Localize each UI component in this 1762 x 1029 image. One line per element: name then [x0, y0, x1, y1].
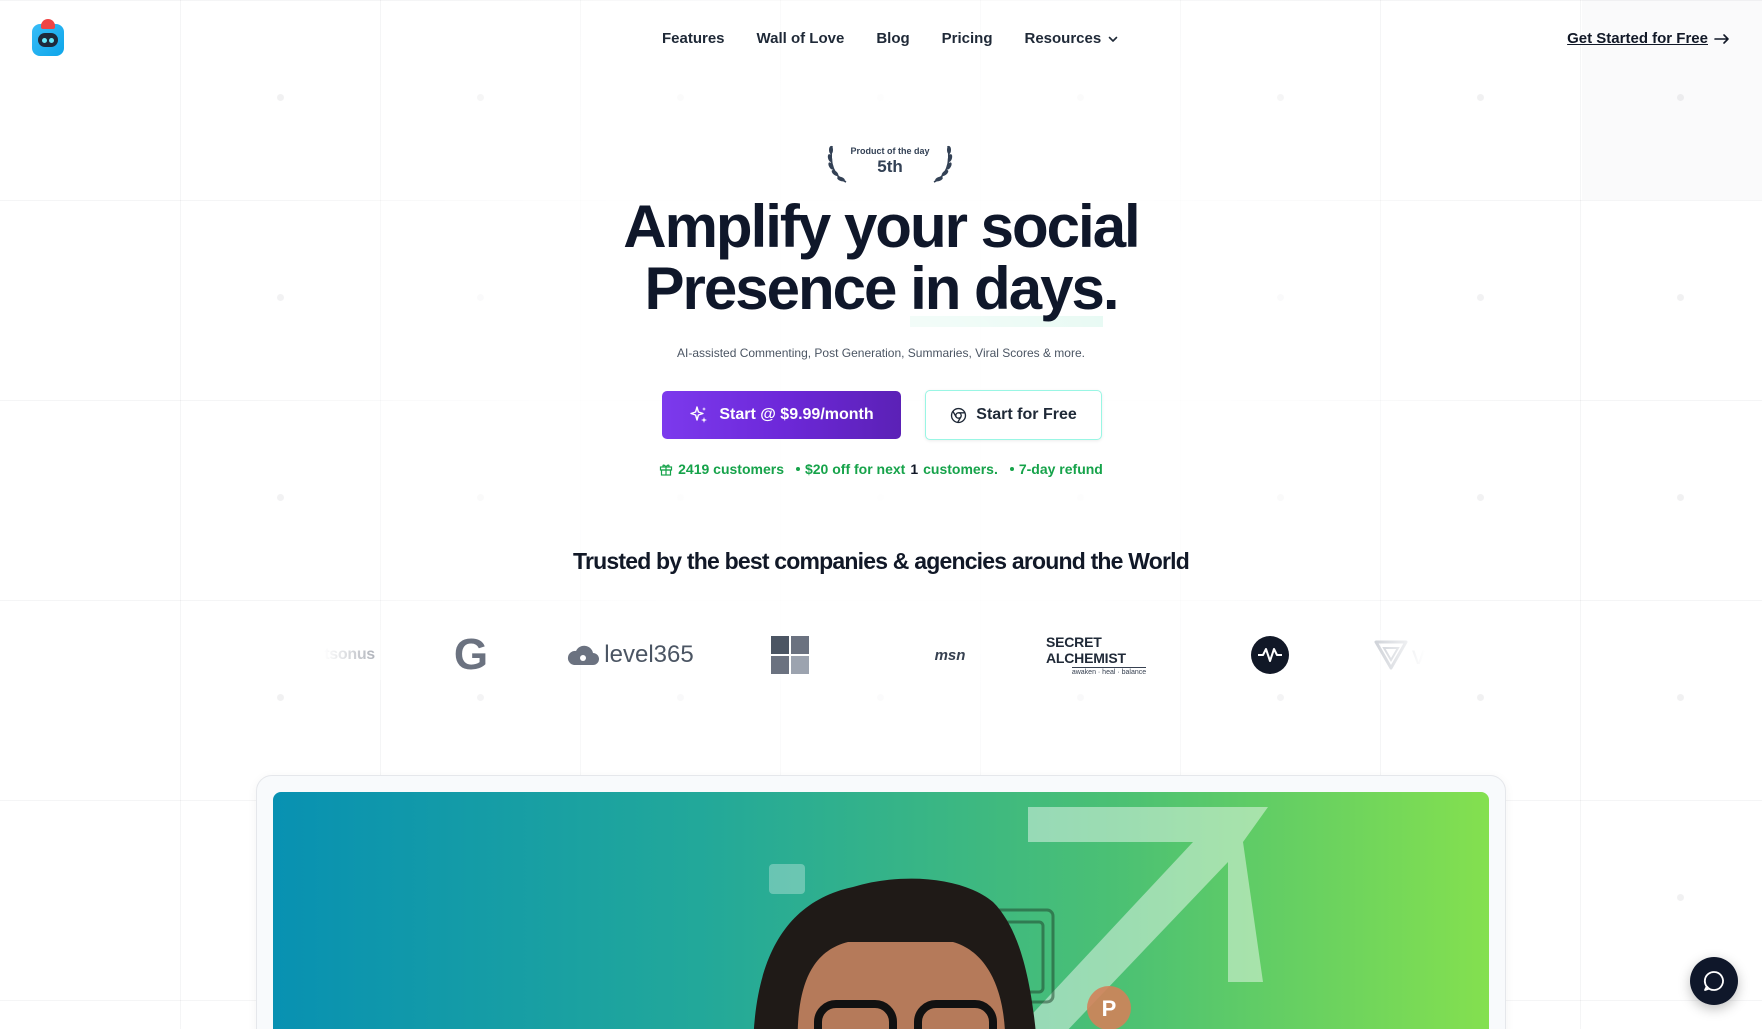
- offer-prefix: $20 off for next: [804, 461, 906, 477]
- hero-title-suffix: .: [1102, 255, 1120, 322]
- grid-dot: [277, 94, 284, 101]
- logo-google-text: G: [453, 630, 489, 679]
- hero-title-highlight: in days: [910, 255, 1105, 327]
- demo-video-card: P: [256, 775, 1506, 1029]
- logos-fade-right: [1320, 630, 1460, 680]
- grid-dot: [1677, 694, 1684, 701]
- start-free-button[interactable]: Start for Free: [925, 390, 1102, 440]
- chat-bubble-icon: [1703, 971, 1724, 991]
- waveform-icon: [1251, 636, 1289, 674]
- product-of-the-day-badge[interactable]: Product of the day 5th: [826, 138, 954, 184]
- nav-link-wall-of-love[interactable]: Wall of Love: [757, 30, 845, 47]
- grid-dot: [1277, 494, 1284, 501]
- logo-secret-alchemist-text: SECRET ALCHEMIST: [1046, 634, 1126, 666]
- chat-button[interactable]: [1690, 957, 1738, 1005]
- grid-dot: [277, 494, 284, 501]
- grid-dot: [277, 694, 284, 701]
- hero-subtitle: AI-assisted Commenting, Post Generation,…: [677, 346, 1085, 360]
- award-rank: 5th: [877, 156, 903, 176]
- grid-dot: [1477, 494, 1484, 501]
- award-text: Product of the day 5th: [850, 146, 929, 177]
- trusted-heading: Trusted by the best companies & agencies…: [573, 548, 1190, 574]
- grid-dot: [477, 694, 484, 701]
- grid-dot: [677, 694, 684, 701]
- chrome-icon: [951, 407, 967, 423]
- grid-dot: [1677, 894, 1684, 901]
- customers-stat: 2419 customers: [659, 461, 784, 477]
- arrow-right-icon: [1714, 33, 1729, 44]
- cloud-icon: [568, 645, 600, 665]
- offer-count: 1: [910, 461, 919, 477]
- start-free-label: Start for Free: [976, 406, 1077, 423]
- grid-dot: [1077, 694, 1084, 701]
- logo-msn-text: msn: [934, 646, 966, 664]
- award-label: Product of the day: [850, 145, 930, 156]
- windows-icon: [771, 636, 809, 674]
- hero-stats: 2419 customers $20 off for next 1 custom…: [0, 461, 1762, 477]
- app-logo[interactable]: [32, 19, 64, 56]
- chevron-down-icon: [1108, 36, 1118, 42]
- nav-link-pricing[interactable]: Pricing: [942, 30, 993, 47]
- svg-text:P: P: [1102, 996, 1117, 1021]
- grid-dot: [877, 94, 884, 101]
- grid-dot: [1477, 694, 1484, 701]
- logos-fade-left: [300, 630, 420, 680]
- grid-dot: [1077, 94, 1084, 101]
- grid-dot: [1277, 94, 1284, 101]
- start-paid-label: Start @ $9.99/month: [719, 406, 874, 423]
- offer-suffix: customers.: [923, 461, 998, 477]
- top-nav: Features Wall of Love Blog Pricing Resou…: [0, 0, 1762, 80]
- grid-dot: [877, 694, 884, 701]
- nav-link-blog[interactable]: Blog: [876, 30, 909, 47]
- demo-video[interactable]: P: [273, 792, 1489, 1029]
- nav-link-features[interactable]: Features: [662, 30, 725, 47]
- get-started-label: Get Started for Free: [1567, 30, 1708, 47]
- grid-dot: [1077, 494, 1084, 501]
- grid-dot: [477, 94, 484, 101]
- customers-count: 2419 customers: [678, 461, 784, 477]
- robot-face-icon: [38, 33, 58, 47]
- sparkles-icon: [690, 406, 708, 423]
- logo-msn: msn: [928, 630, 972, 680]
- customer-logos: fitsonus G level365 msn SECRET ALCHEMIST…: [300, 630, 1460, 680]
- hero-title-line1: Amplify your social: [623, 193, 1140, 260]
- logo-wave: [1250, 630, 1290, 680]
- grid-dot: [677, 94, 684, 101]
- logo-secret-alchemist-tagline: awaken · heal · balance: [1071, 667, 1147, 676]
- hero-title-line2-prefix: Presence: [644, 255, 911, 322]
- nav-links: Features Wall of Love Blog Pricing Resou…: [662, 30, 1119, 47]
- video-thumbnail-art: P: [753, 807, 1268, 1029]
- laurel-left-icon: [827, 145, 847, 183]
- logo-windows: [770, 630, 810, 680]
- refund-text: 7-day refund: [1018, 461, 1103, 477]
- hero-title: Amplify your social Presence in days.: [0, 193, 1762, 327]
- logo-secret-alchemist: SECRET ALCHEMIST awaken · heal · balance: [1046, 630, 1172, 680]
- bullet-dot: [795, 467, 800, 471]
- offer-stat: $20 off for next 1 customers.: [795, 461, 998, 477]
- grid-dot: [1277, 694, 1284, 701]
- bullet-dot: [1009, 467, 1014, 471]
- get-started-link[interactable]: Get Started for Free: [1567, 30, 1730, 47]
- nav-link-resources-label: Resources: [1024, 30, 1102, 47]
- grid-dot: [877, 494, 884, 501]
- logo-level365: level365: [564, 630, 696, 680]
- grid-dot: [1477, 94, 1484, 101]
- refund-stat: 7-day refund: [1009, 461, 1103, 477]
- nav-link-resources[interactable]: Resources: [1025, 30, 1120, 47]
- logo-google: G: [446, 630, 496, 680]
- laurel-right-icon: [933, 145, 953, 183]
- grid-dot: [677, 494, 684, 501]
- grid-dot: [1677, 494, 1684, 501]
- start-paid-button[interactable]: Start @ $9.99/month: [662, 391, 901, 439]
- santa-hat-icon: [41, 19, 55, 29]
- logo-level365-text: level365: [604, 641, 694, 668]
- grid-dot: [477, 494, 484, 501]
- gift-icon: [660, 464, 673, 476]
